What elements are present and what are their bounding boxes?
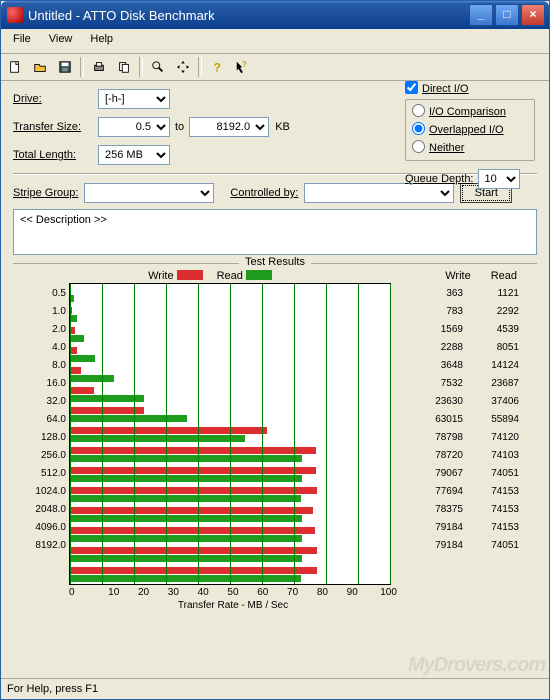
table-row: 753223687 <box>397 374 527 392</box>
drive-label: Drive: <box>13 93 98 105</box>
total-length-select[interactable]: 256 MB <box>98 145 170 165</box>
table-row: 7918474153 <box>397 518 527 536</box>
window-title: Untitled - ATTO Disk Benchmark <box>28 8 215 23</box>
table-row: 7879874120 <box>397 428 527 446</box>
description-input[interactable]: << Description >> <box>13 209 537 255</box>
overlapped-io-radio[interactable]: Overlapped I/O <box>412 122 528 136</box>
table-row: 7872074103 <box>397 446 527 464</box>
chart-legend: Write Read <box>23 270 397 282</box>
settings-panel: Drive: [-h-] Transfer Size: 0.5 to 8192.… <box>1 81 549 611</box>
direct-io-checkbox[interactable]: Direct I/O <box>405 81 535 95</box>
to-label: to <box>175 121 184 133</box>
print-icon[interactable] <box>87 55 111 79</box>
results-panel: Test Results Write Read 0.51.02.04.08.01… <box>13 263 537 611</box>
help-icon[interactable]: ? <box>205 55 229 79</box>
open-file-icon[interactable] <box>28 55 52 79</box>
copy-icon[interactable] <box>112 55 136 79</box>
app-icon <box>7 7 23 23</box>
transfer-size-to[interactable]: 8192.0 <box>189 117 269 137</box>
close-button[interactable]: × <box>521 4 545 26</box>
results-title: Test Results <box>239 256 311 268</box>
table-row: 6301555894 <box>397 410 527 428</box>
maximize-button[interactable]: □ <box>495 4 519 26</box>
menu-file[interactable]: File <box>5 31 39 51</box>
drive-select[interactable]: [-h-] <box>98 89 170 109</box>
ts-unit: KB <box>275 121 290 133</box>
new-file-icon[interactable] <box>3 55 27 79</box>
save-icon[interactable] <box>53 55 77 79</box>
stripe-group-select[interactable] <box>84 183 214 203</box>
col-read: Read <box>491 270 517 282</box>
transfer-size-from[interactable]: 0.5 <box>98 117 170 137</box>
table-row: 22888051 <box>397 338 527 356</box>
svg-text:?: ? <box>242 60 247 69</box>
table-row: 7832292 <box>397 302 527 320</box>
table-row: 364814124 <box>397 356 527 374</box>
x-axis-ticks: 0102030405060708090100 <box>69 585 397 598</box>
svg-text:?: ? <box>214 60 221 74</box>
table-row: 7837574153 <box>397 500 527 518</box>
zoom-icon[interactable] <box>146 55 170 79</box>
menu-view[interactable]: View <box>41 31 81 51</box>
title-bar[interactable]: Untitled - ATTO Disk Benchmark _ □ × <box>1 1 549 29</box>
x-axis-label: Transfer Rate - MB / Sec <box>69 600 397 611</box>
table-row: 7906774051 <box>397 464 527 482</box>
neither-radio[interactable]: Neither <box>412 140 528 154</box>
total-length-label: Total Length: <box>13 149 98 161</box>
status-text: For Help, press F1 <box>7 683 98 695</box>
transfer-size-label: Transfer Size: <box>13 121 98 133</box>
table-row: 7918474051 <box>397 536 527 554</box>
minimize-button[interactable]: _ <box>469 4 493 26</box>
status-bar: For Help, press F1 <box>1 678 549 699</box>
table-row: 3631121 <box>397 284 527 302</box>
io-comparison-radio[interactable]: I/O Comparison <box>412 104 528 118</box>
controlled-by-label: Controlled by: <box>230 187 298 199</box>
table-row: 15694539 <box>397 320 527 338</box>
stripe-group-label: Stripe Group: <box>13 187 78 199</box>
menu-bar: File View Help <box>1 29 549 54</box>
watermark: MyDrovers.com <box>408 654 545 677</box>
col-write: Write <box>445 270 470 282</box>
table-row: 2363037406 <box>397 392 527 410</box>
queue-depth-select[interactable]: 10 <box>478 169 520 189</box>
context-help-icon[interactable]: ? <box>230 55 254 79</box>
y-axis-labels: 0.51.02.04.08.016.032.064.0128.0256.0512… <box>23 283 69 611</box>
results-table: Write Read 36311217832292156945392288805… <box>397 268 527 611</box>
toolbar: ? ? <box>1 54 549 81</box>
results-chart <box>69 283 391 585</box>
queue-depth-label: Queue Depth: <box>405 173 474 185</box>
app-window: Untitled - ATTO Disk Benchmark _ □ × Fil… <box>0 0 550 700</box>
table-row: 7769474153 <box>397 482 527 500</box>
io-options-group: Direct I/O I/O Comparison Overlapped I/O… <box>405 81 535 189</box>
move-icon[interactable] <box>171 55 195 79</box>
menu-help[interactable]: Help <box>82 31 121 51</box>
